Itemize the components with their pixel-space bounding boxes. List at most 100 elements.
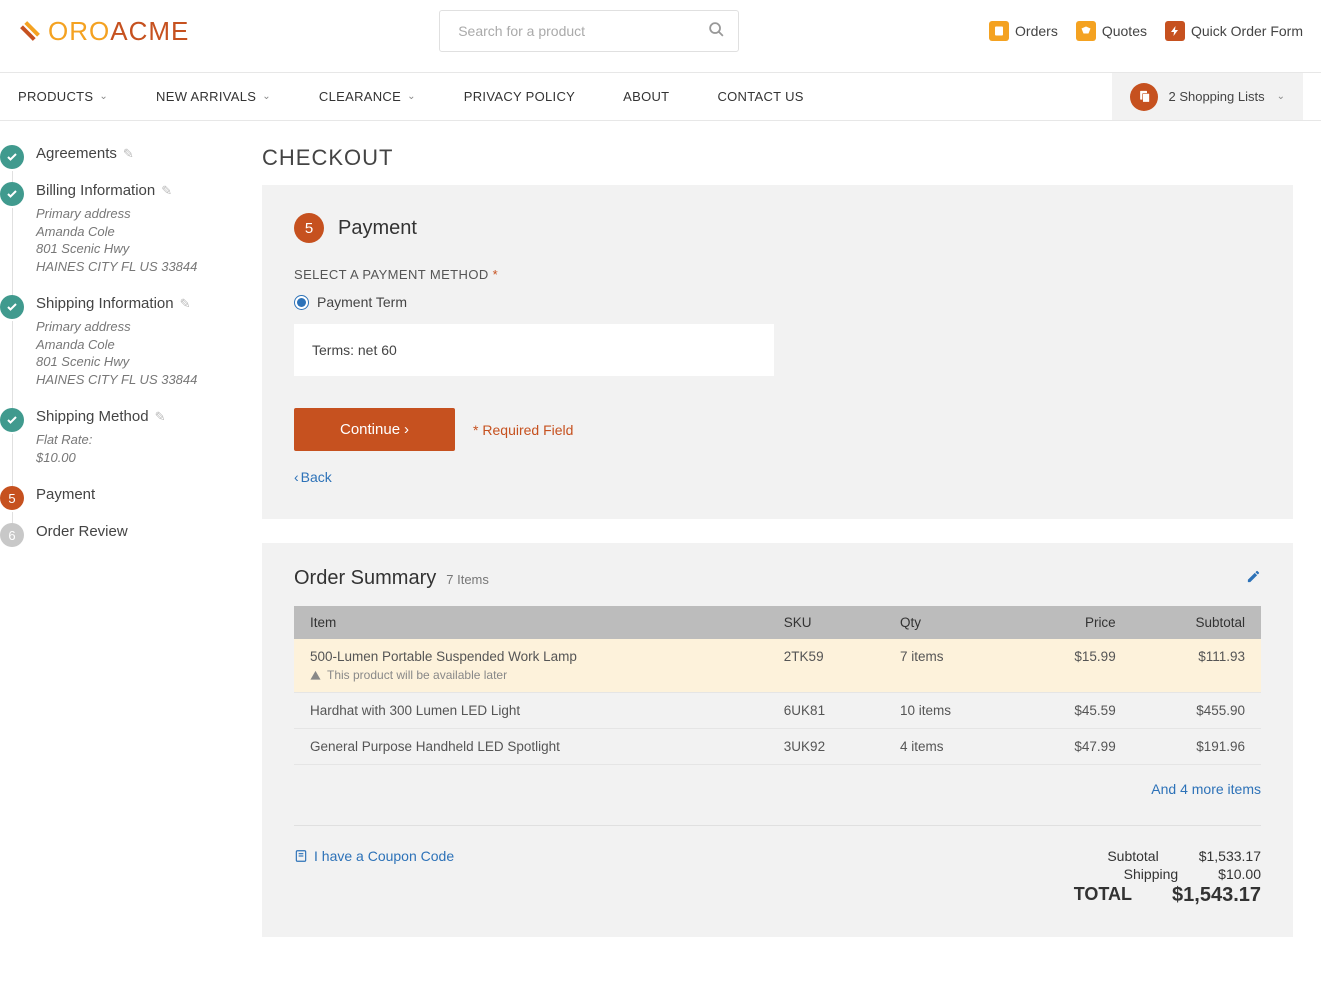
step-shipmethod[interactable]: Shipping Method ✎ Flat Rate:$10.00: [0, 408, 232, 486]
page-title: CHECKOUT: [262, 145, 1293, 171]
edit-icon[interactable]: ✎: [180, 296, 191, 312]
item-price: $45.59: [1016, 693, 1132, 729]
bolt-icon: [1165, 21, 1185, 41]
chevron-right-icon: ›: [404, 421, 409, 438]
warning-icon: [310, 670, 321, 681]
search-icon[interactable]: [708, 21, 725, 38]
logo[interactable]: OROACME: [18, 16, 189, 47]
nav-item[interactable]: CLEARANCE⌄: [319, 73, 416, 120]
step-number-pending: 6: [0, 523, 24, 547]
payment-option-label: Payment Term: [317, 294, 407, 310]
subtotal-label: Subtotal: [1089, 848, 1159, 864]
item-warning: This product will be available later: [327, 668, 507, 682]
edit-summary-icon[interactable]: [1246, 569, 1261, 584]
more-items-link[interactable]: And 4 more items: [1151, 781, 1261, 797]
chevron-down-icon: ⌄: [99, 91, 108, 102]
edit-icon[interactable]: ✎: [155, 409, 166, 425]
step-detail-line: $10.00: [36, 449, 232, 467]
continue-button[interactable]: Continue ›: [294, 408, 455, 451]
nav-item[interactable]: PRODUCTS⌄: [18, 73, 108, 120]
quick-order-link[interactable]: Quick Order Form: [1165, 21, 1303, 41]
th-item: Item: [294, 606, 768, 639]
orders-icon: [989, 21, 1009, 41]
nav-item[interactable]: NEW ARRIVALS⌄: [156, 73, 271, 120]
table-row: General Purpose Handheld LED Spotlight 3…: [294, 729, 1261, 765]
logo-icon: [18, 19, 42, 43]
nav-item[interactable]: CONTACT US: [717, 73, 803, 120]
item-sku: 2TK59: [768, 639, 884, 693]
orders-link[interactable]: Orders: [989, 21, 1058, 41]
step-label: Agreements: [36, 145, 117, 162]
orders-label: Orders: [1015, 23, 1058, 39]
chevron-left-icon: ‹: [294, 469, 299, 485]
back-link[interactable]: ‹ Back: [294, 469, 332, 485]
quotes-link[interactable]: Quotes: [1076, 21, 1147, 41]
step-agreements[interactable]: Agreements ✎: [0, 145, 232, 182]
chevron-down-icon: ⌄: [407, 91, 416, 102]
item-sku: 3UK92: [768, 729, 884, 765]
item-subtotal: $455.90: [1132, 693, 1261, 729]
check-icon: [0, 145, 24, 169]
total-value: $1,543.17: [1172, 884, 1261, 907]
order-summary-count: 7 Items: [446, 572, 489, 587]
th-price: Price: [1016, 606, 1132, 639]
shopping-lists-button[interactable]: 2 Shopping Lists ⌄: [1112, 73, 1303, 120]
logo-text-2: ACME: [110, 16, 189, 46]
payment-terms-box: Terms: net 60: [294, 324, 774, 376]
continue-label: Continue: [340, 421, 400, 438]
step-billing[interactable]: Billing Information ✎ Primary addressAma…: [0, 182, 232, 295]
panel-step-number: 5: [294, 213, 324, 243]
field-label: SELECT A PAYMENT METHOD: [294, 267, 489, 282]
required-asterisk: *: [493, 267, 498, 282]
coupon-link[interactable]: I have a Coupon Code: [294, 848, 454, 864]
step-shipping[interactable]: Shipping Information ✎ Primary addressAm…: [0, 295, 232, 408]
step-label: Order Review: [36, 523, 128, 540]
payment-term-radio[interactable]: [294, 295, 309, 310]
shipping-label: Shipping: [1108, 866, 1178, 882]
step-payment[interactable]: 5 Payment: [0, 486, 232, 523]
item-sku: 6UK81: [768, 693, 884, 729]
item-qty: 10 items: [884, 693, 1016, 729]
item-name: Hardhat with 300 Lumen LED Light: [310, 703, 752, 718]
nav-item[interactable]: PRIVACY POLICY: [464, 73, 575, 120]
coupon-icon: [294, 849, 308, 863]
step-detail-line: Flat Rate:: [36, 431, 232, 449]
table-row: Hardhat with 300 Lumen LED Light 6UK81 1…: [294, 693, 1261, 729]
step-label: Shipping Method: [36, 408, 149, 425]
item-qty: 7 items: [884, 639, 1016, 693]
total-label: TOTAL: [1062, 884, 1132, 907]
step-detail-line: HAINES CITY FL US 33844: [36, 371, 232, 389]
check-icon: [0, 295, 24, 319]
quotes-icon: [1076, 21, 1096, 41]
step-number-active: 5: [0, 486, 24, 510]
item-price: $15.99: [1016, 639, 1132, 693]
check-icon: [0, 408, 24, 432]
quick-order-label: Quick Order Form: [1191, 23, 1303, 39]
th-sku: SKU: [768, 606, 884, 639]
chevron-down-icon: ⌄: [1277, 91, 1285, 102]
step-review[interactable]: 6 Order Review: [0, 523, 232, 560]
shopping-lists-icon: [1130, 83, 1158, 111]
table-row: 500-Lumen Portable Suspended Work Lamp Th…: [294, 639, 1261, 693]
chevron-down-icon: ⌄: [262, 91, 271, 102]
edit-icon[interactable]: ✎: [161, 183, 172, 199]
logo-text-1: ORO: [48, 16, 110, 46]
shipping-value: $10.00: [1218, 866, 1261, 882]
step-detail-line: HAINES CITY FL US 33844: [36, 258, 232, 276]
item-subtotal: $111.93: [1132, 639, 1261, 693]
shopping-lists-label: 2 Shopping Lists: [1168, 89, 1264, 104]
payment-option-row[interactable]: Payment Term: [294, 294, 1261, 310]
step-detail-line: Primary address: [36, 318, 232, 336]
step-label: Shipping Information: [36, 295, 174, 312]
order-summary-title: Order Summary: [294, 567, 436, 590]
nav-item[interactable]: ABOUT: [623, 73, 669, 120]
step-label: Billing Information: [36, 182, 155, 199]
quotes-label: Quotes: [1102, 23, 1147, 39]
th-qty: Qty: [884, 606, 1016, 639]
edit-icon[interactable]: ✎: [123, 146, 134, 162]
item-name: 500-Lumen Portable Suspended Work Lamp: [310, 649, 752, 664]
panel-step-title: Payment: [338, 217, 417, 240]
required-field-note: * Required Field: [473, 422, 573, 438]
search-input[interactable]: [439, 10, 739, 52]
step-detail-line: 801 Scenic Hwy: [36, 240, 232, 258]
